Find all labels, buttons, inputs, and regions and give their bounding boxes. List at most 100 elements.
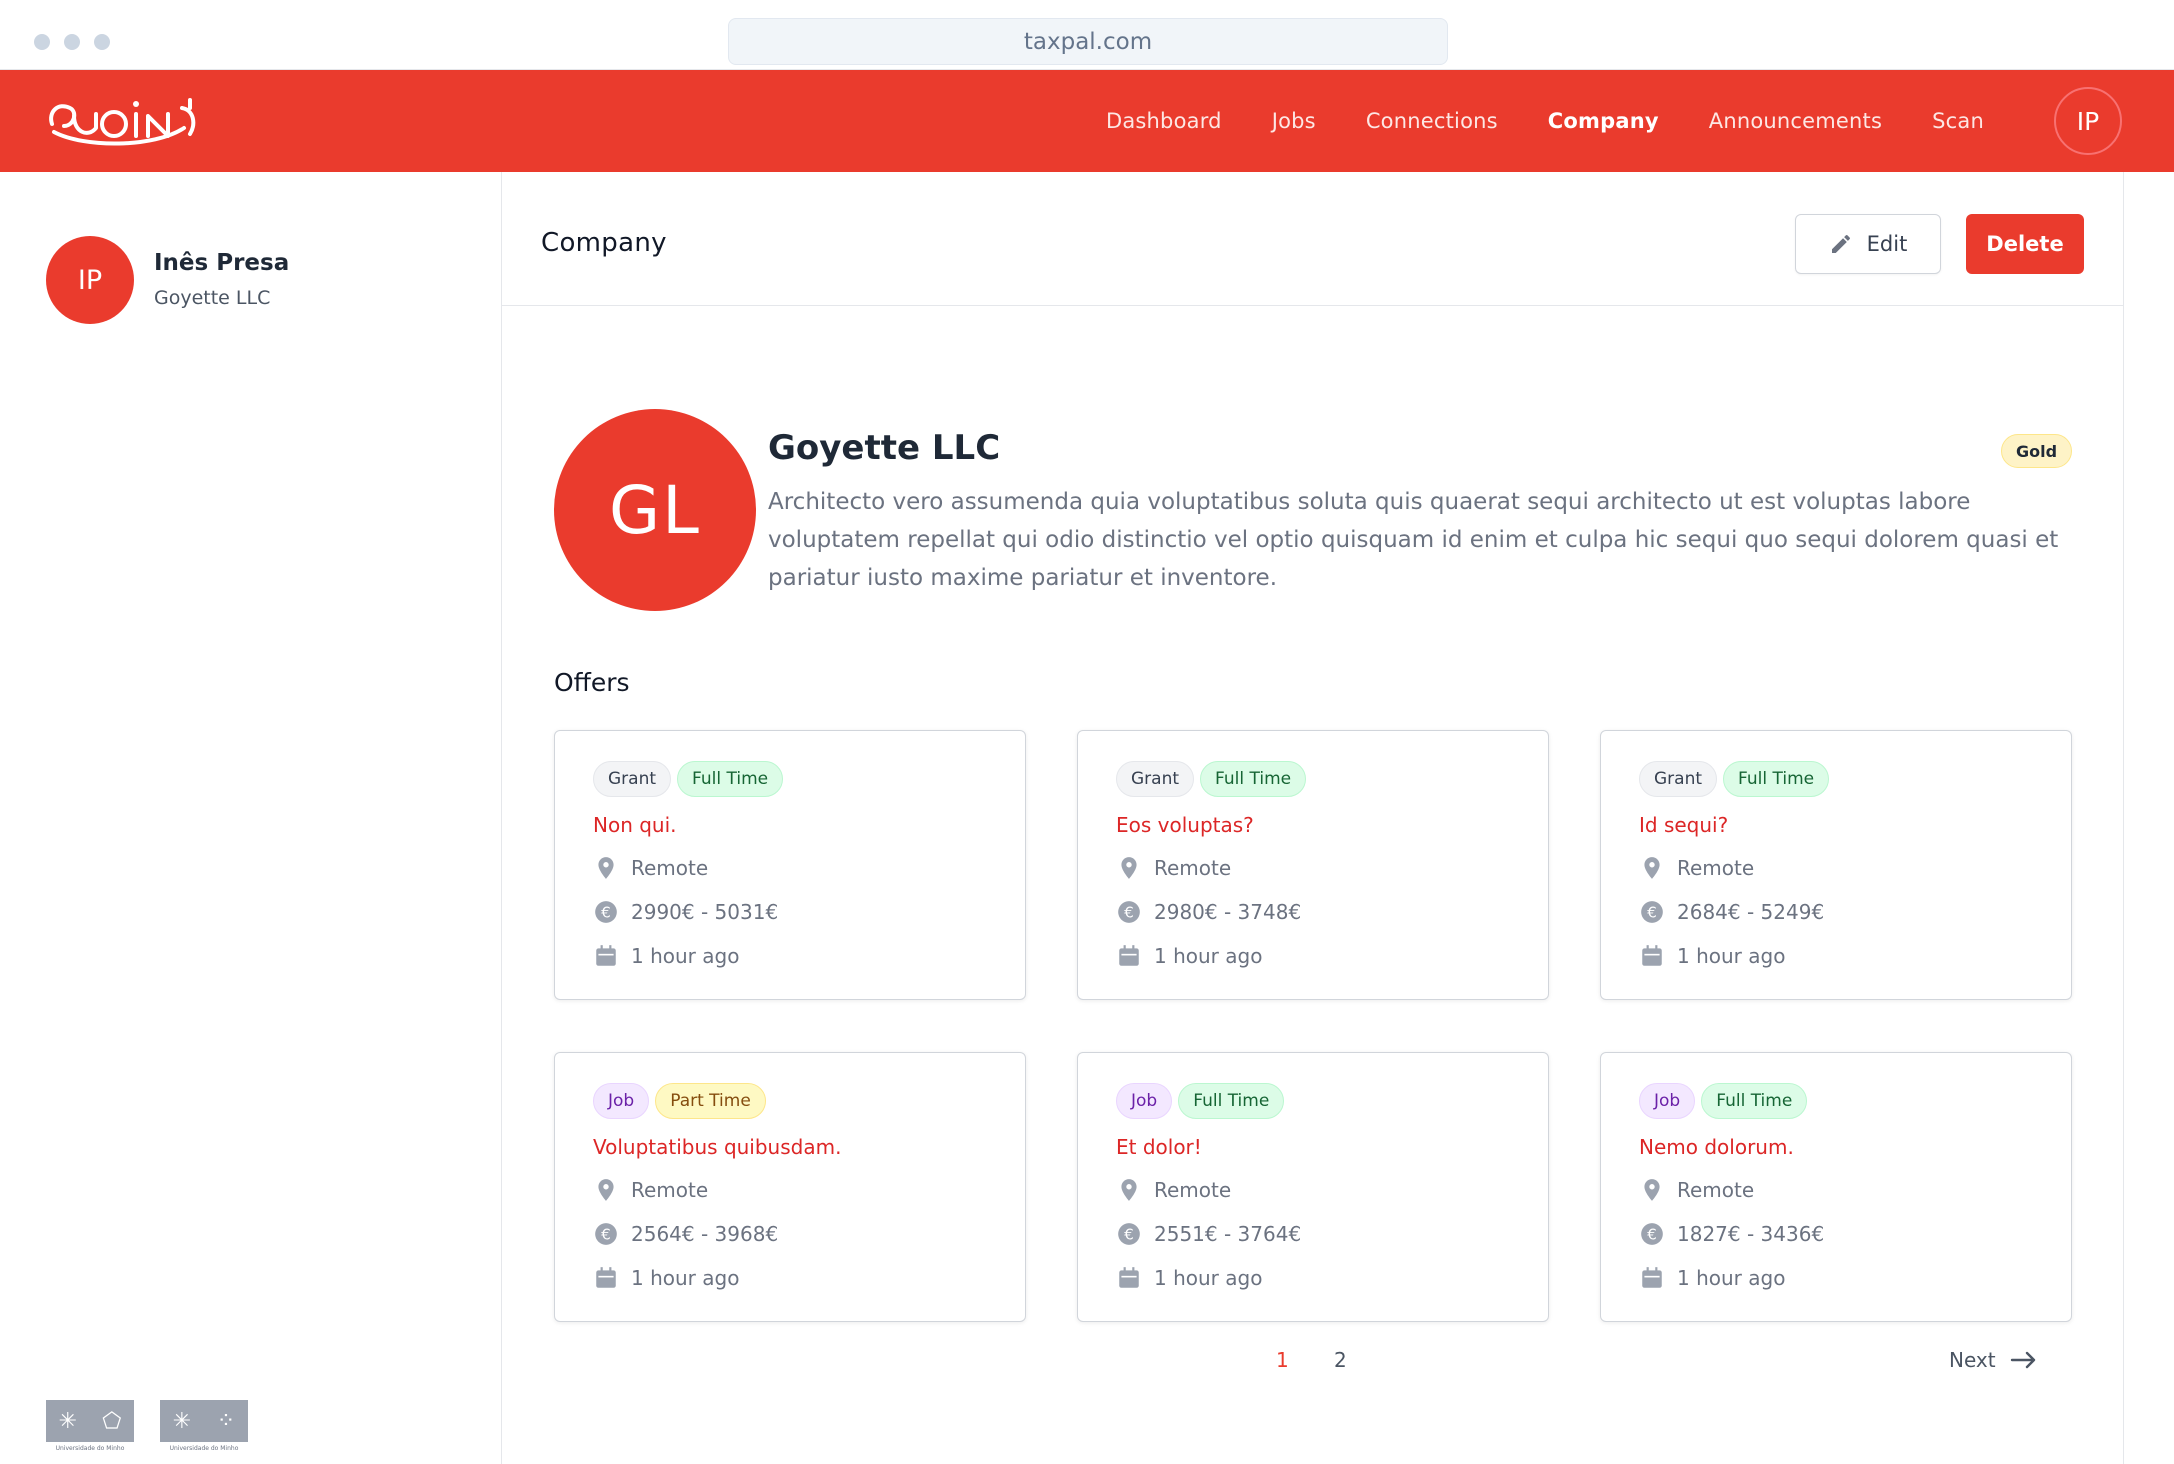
euro-icon: € xyxy=(1118,1223,1140,1245)
arrow-right-icon xyxy=(2010,1351,2035,1369)
euro-icon: € xyxy=(1641,901,1663,923)
offer-location: Remote xyxy=(1154,856,1232,880)
user-menu-avatar[interactable]: IP xyxy=(2054,87,2122,155)
calendar-icon xyxy=(596,1267,616,1288)
euro-icon: € xyxy=(595,1223,617,1245)
offer-title[interactable]: Voluptatibus quibusdam. xyxy=(593,1135,841,1159)
offer-location: Remote xyxy=(631,1178,709,1202)
company-name: Goyette LLC xyxy=(768,428,1001,468)
top-navbar: Dashboard Jobs Connections Company Annou… xyxy=(0,70,2174,172)
location-pin-icon xyxy=(598,857,614,879)
offer-type-tag: Grant xyxy=(1639,761,1718,797)
location-pin-icon xyxy=(1644,857,1660,879)
offer-title[interactable]: Id sequi? xyxy=(1639,813,1728,837)
offer-card[interactable]: Job Full Time Et dolor! Remote €2551€ - 3… xyxy=(1077,1052,1549,1322)
offer-card[interactable]: Job Full Time Nemo dolorum. Remote €1827€… xyxy=(1600,1052,2072,1322)
offer-salary: 2980€ - 3748€ xyxy=(1154,900,1302,924)
nav-connections[interactable]: Connections xyxy=(1366,109,1498,133)
location-pin-icon xyxy=(1121,1179,1137,1201)
calendar-icon xyxy=(1642,945,1662,966)
page-title: Company xyxy=(541,228,667,258)
offer-schedule-tag: Part Time xyxy=(655,1083,766,1119)
calendar-icon xyxy=(1119,945,1139,966)
calendar-icon xyxy=(1119,1267,1139,1288)
offer-type-tag: Job xyxy=(1639,1083,1696,1119)
tier-badge: Gold xyxy=(2001,434,2073,468)
company-avatar: GL xyxy=(554,409,756,611)
svg-text:€: € xyxy=(1124,1225,1134,1243)
offer-title[interactable]: Non qui. xyxy=(593,813,677,837)
address-bar[interactable]: taxpal.com xyxy=(728,18,1448,65)
offer-schedule-tag: Full Time xyxy=(1178,1083,1285,1119)
offers-heading: Offers xyxy=(554,668,630,697)
offer-card[interactable]: Grant Full Time Id sequi? Remote €2684€ -… xyxy=(1600,730,2072,1000)
window-dot[interactable] xyxy=(94,34,110,50)
offer-type-tag: Grant xyxy=(593,761,672,797)
euro-icon: € xyxy=(1641,1223,1663,1245)
offer-title[interactable]: Eos voluptas? xyxy=(1116,813,1254,837)
euro-icon: € xyxy=(1118,901,1140,923)
main-nav: Dashboard Jobs Connections Company Annou… xyxy=(1106,70,1984,172)
pagination: 1 2 Next xyxy=(502,1348,2124,1388)
offer-salary: 2990€ - 5031€ xyxy=(631,900,779,924)
page-1-link[interactable]: 1 xyxy=(1276,1348,1289,1372)
offer-posted: 1 hour ago xyxy=(631,944,740,968)
offer-location: Remote xyxy=(631,856,709,880)
join-logo[interactable] xyxy=(44,88,208,154)
offer-card[interactable]: Job Part Time Voluptatibus quibusdam. Rem… xyxy=(554,1052,1026,1322)
browser-chrome: taxpal.com xyxy=(0,0,2174,70)
svg-text:€: € xyxy=(601,1225,611,1243)
nav-scan[interactable]: Scan xyxy=(1932,109,1984,133)
page-2-link[interactable]: 2 xyxy=(1334,1348,1347,1372)
offer-schedule-tag: Full Time xyxy=(1200,761,1307,797)
offer-schedule-tag: Full Time xyxy=(677,761,784,797)
offer-salary: 2564€ - 3968€ xyxy=(631,1222,779,1246)
offer-card[interactable]: Grant Full Time Non qui. Remote €2990€ - … xyxy=(554,730,1026,1000)
edit-label: Edit xyxy=(1866,232,1908,256)
sidebar: IP Inês Presa Goyette LLC ✳ ⬠ Universidad… xyxy=(0,172,502,1464)
calendar-icon xyxy=(596,945,616,966)
offer-salary: 1827€ - 3436€ xyxy=(1677,1222,1825,1246)
footer-logos: ✳ ⬠ Universidade do Minho ✳ ⁘ Universidade… xyxy=(46,1400,248,1455)
location-pin-icon xyxy=(598,1179,614,1201)
offer-schedule-tag: Full Time xyxy=(1723,761,1830,797)
offer-posted: 1 hour ago xyxy=(1154,1266,1263,1290)
delete-button[interactable]: Delete xyxy=(1966,214,2084,274)
offer-location: Remote xyxy=(1677,856,1755,880)
nav-jobs[interactable]: Jobs xyxy=(1272,109,1316,133)
offer-type-tag: Grant xyxy=(1116,761,1195,797)
euro-icon: € xyxy=(595,901,617,923)
page-header: Company Edit Delete xyxy=(502,172,2124,306)
offer-type-tag: Job xyxy=(1116,1083,1173,1119)
offer-title[interactable]: Nemo dolorum. xyxy=(1639,1135,1794,1159)
university-logo: ✳ ⬠ Universidade do Minho xyxy=(46,1400,134,1455)
offer-salary: 2684€ - 5249€ xyxy=(1677,900,1825,924)
nav-company[interactable]: Company xyxy=(1548,109,1659,133)
pencil-icon xyxy=(1831,234,1850,253)
offer-title[interactable]: Et dolor! xyxy=(1116,1135,1202,1159)
offer-location: Remote xyxy=(1154,1178,1232,1202)
location-pin-icon xyxy=(1121,857,1137,879)
main-content: Company Edit Delete GL Goyette LLC Gold … xyxy=(502,172,2124,1464)
nav-dashboard[interactable]: Dashboard xyxy=(1106,109,1222,133)
window-dot[interactable] xyxy=(34,34,50,50)
offer-schedule-tag: Full Time xyxy=(1701,1083,1808,1119)
svg-text:€: € xyxy=(1124,903,1134,921)
offer-type-tag: Job xyxy=(593,1083,650,1119)
offer-salary: 2551€ - 3764€ xyxy=(1154,1222,1302,1246)
nav-announcements[interactable]: Announcements xyxy=(1709,109,1882,133)
window-dot[interactable] xyxy=(64,34,80,50)
sidebar-avatar: IP xyxy=(46,236,134,324)
svg-text:€: € xyxy=(1647,1225,1657,1243)
edit-button[interactable]: Edit xyxy=(1795,214,1941,274)
next-page-button[interactable]: Next xyxy=(1949,1348,2038,1372)
sidebar-user-name: Inês Presa xyxy=(154,250,290,276)
next-label: Next xyxy=(1949,1348,1996,1372)
sidebar-user-company: Goyette LLC xyxy=(154,287,271,309)
offer-location: Remote xyxy=(1677,1178,1755,1202)
offer-card[interactable]: Grant Full Time Eos voluptas? Remote €298… xyxy=(1077,730,1549,1000)
window-controls xyxy=(34,34,110,50)
offer-posted: 1 hour ago xyxy=(1677,1266,1786,1290)
svg-text:€: € xyxy=(1647,903,1657,921)
calendar-icon xyxy=(1642,1267,1662,1288)
